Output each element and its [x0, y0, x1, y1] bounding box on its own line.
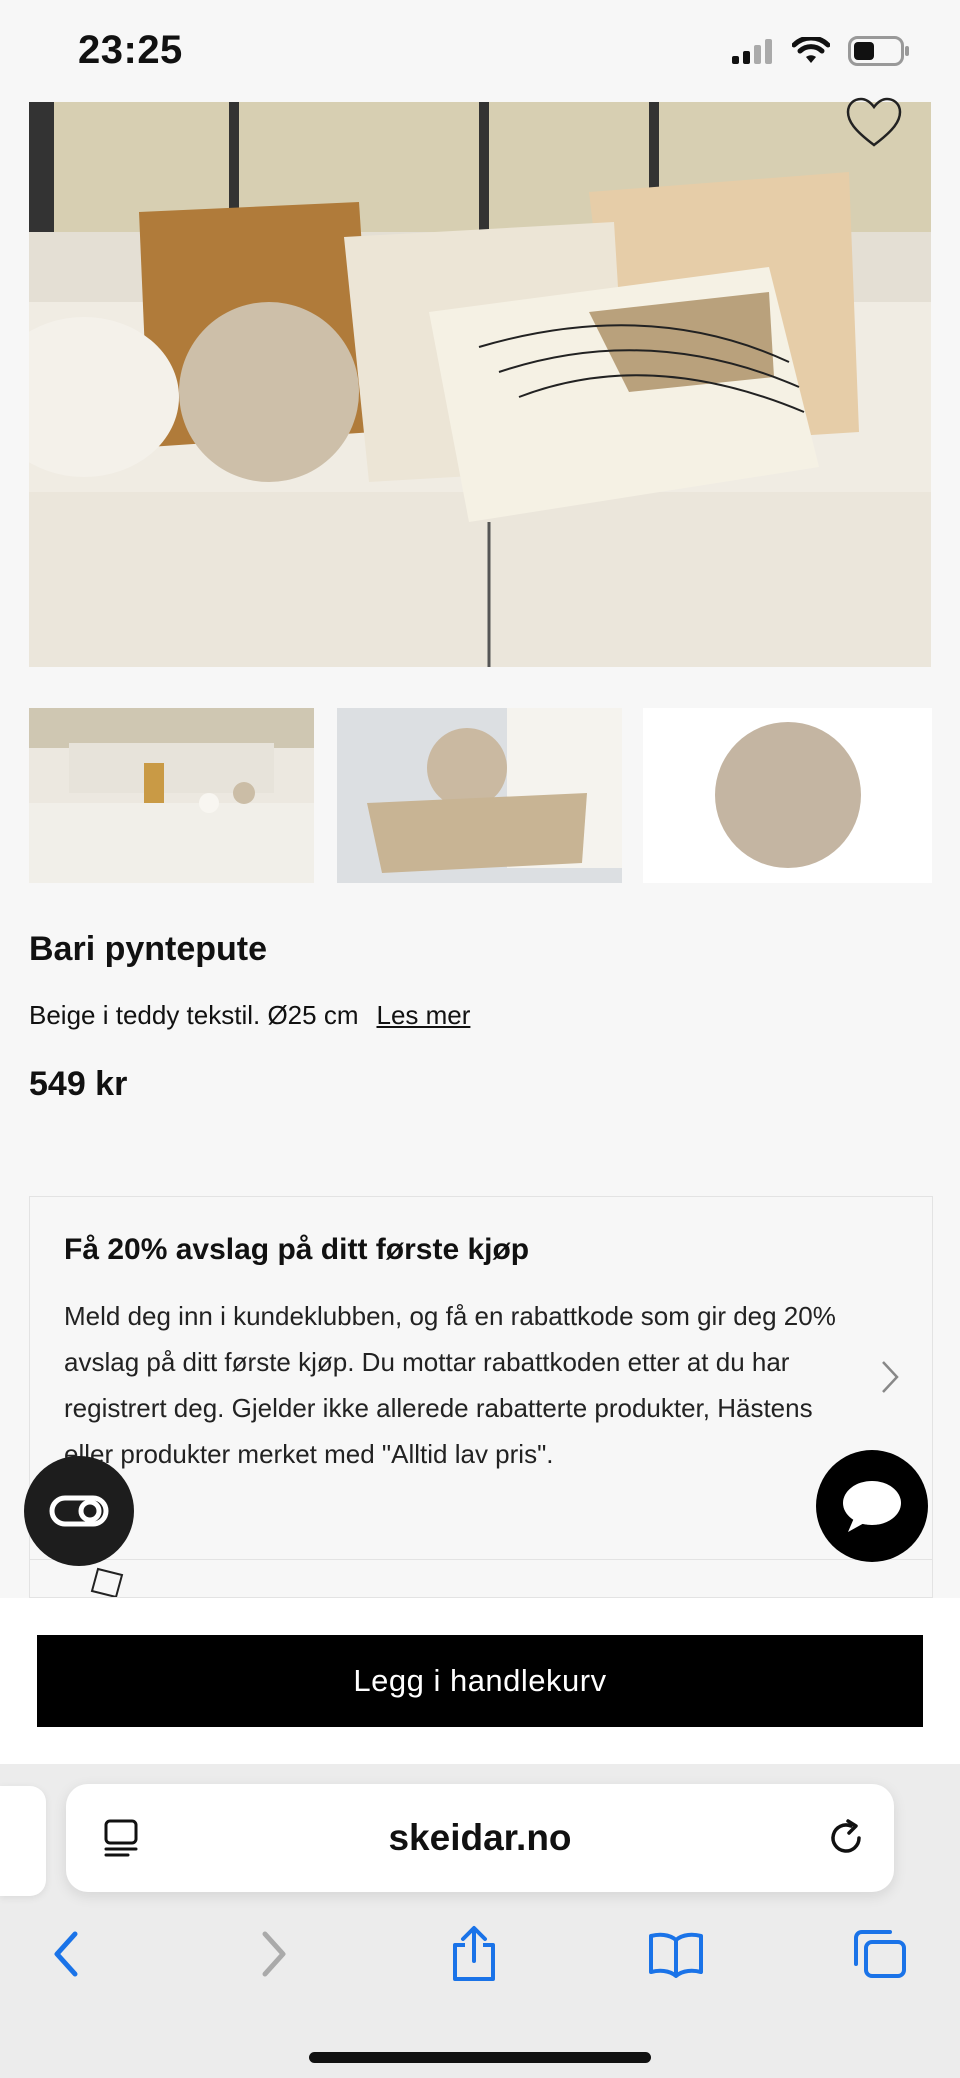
share-button[interactable]	[444, 1924, 504, 1984]
feature-icon	[90, 1567, 124, 1597]
browser-bottom-bar: skeidar.no	[0, 1764, 960, 2078]
thumbnail-2[interactable]	[337, 708, 622, 883]
thumbnail-3[interactable]	[643, 708, 932, 883]
product-hero-image[interactable]	[29, 102, 931, 667]
product-description-row: Beige i teddy tekstil. Ø25 cm Les mer	[29, 1000, 470, 1031]
promo-body: Meld deg inn i kundeklubben, og få en ra…	[64, 1301, 836, 1469]
cellular-signal-icon	[732, 39, 772, 64]
chat-bubble-icon	[843, 1481, 901, 1532]
chevron-left-icon	[54, 1931, 78, 1977]
bookmarks-button[interactable]	[646, 1924, 706, 1984]
promo-card[interactable]: Få 20% avslag på ditt første kjøp Meld d…	[29, 1196, 933, 1598]
home-indicator	[309, 2052, 651, 2063]
address-bar[interactable]: skeidar.no	[66, 1784, 894, 1892]
wifi-icon	[792, 37, 830, 63]
status-time: 23:25	[78, 28, 183, 72]
read-more-link[interactable]: Les mer	[376, 1000, 470, 1030]
book-icon	[649, 1932, 703, 1978]
product-title: Bari pyntepute	[29, 930, 268, 968]
product-description: Beige i teddy tekstil. Ø25 cm	[29, 1000, 359, 1030]
tabs-button[interactable]	[850, 1924, 910, 1984]
chevron-right-icon	[882, 1361, 899, 1393]
hero-photo	[29, 102, 931, 667]
accessibility-button[interactable]	[24, 1456, 134, 1566]
status-icons	[732, 36, 910, 66]
previous-tab-preview[interactable]	[0, 1786, 46, 1896]
thumbnail-1[interactable]	[29, 708, 314, 883]
favorite-heart-icon[interactable]	[844, 95, 904, 151]
chat-button[interactable]	[816, 1450, 928, 1562]
thumbnail-photo	[29, 708, 314, 883]
thumbnail-photo	[643, 708, 932, 883]
accessibility-toggle-icon	[49, 1495, 109, 1527]
reload-icon[interactable]	[826, 1818, 866, 1858]
back-button[interactable]	[36, 1924, 96, 1984]
chevron-right-icon	[262, 1931, 286, 1977]
url-text: skeidar.no	[388, 1817, 572, 1858]
promo-title: Få 20% avslag på ditt første kjøp	[64, 1233, 530, 1266]
add-to-cart-bar: Legg i handlekurv	[0, 1598, 960, 1765]
divider	[30, 1559, 932, 1560]
battery-icon	[848, 36, 909, 66]
share-icon	[453, 1926, 495, 1981]
product-price: 549 kr	[29, 1065, 128, 1103]
add-to-cart-button[interactable]: Legg i handlekurv	[37, 1635, 923, 1727]
thumbnail-photo	[337, 708, 622, 883]
tabs-icon	[854, 1930, 906, 1978]
forward-button[interactable]	[244, 1924, 304, 1984]
